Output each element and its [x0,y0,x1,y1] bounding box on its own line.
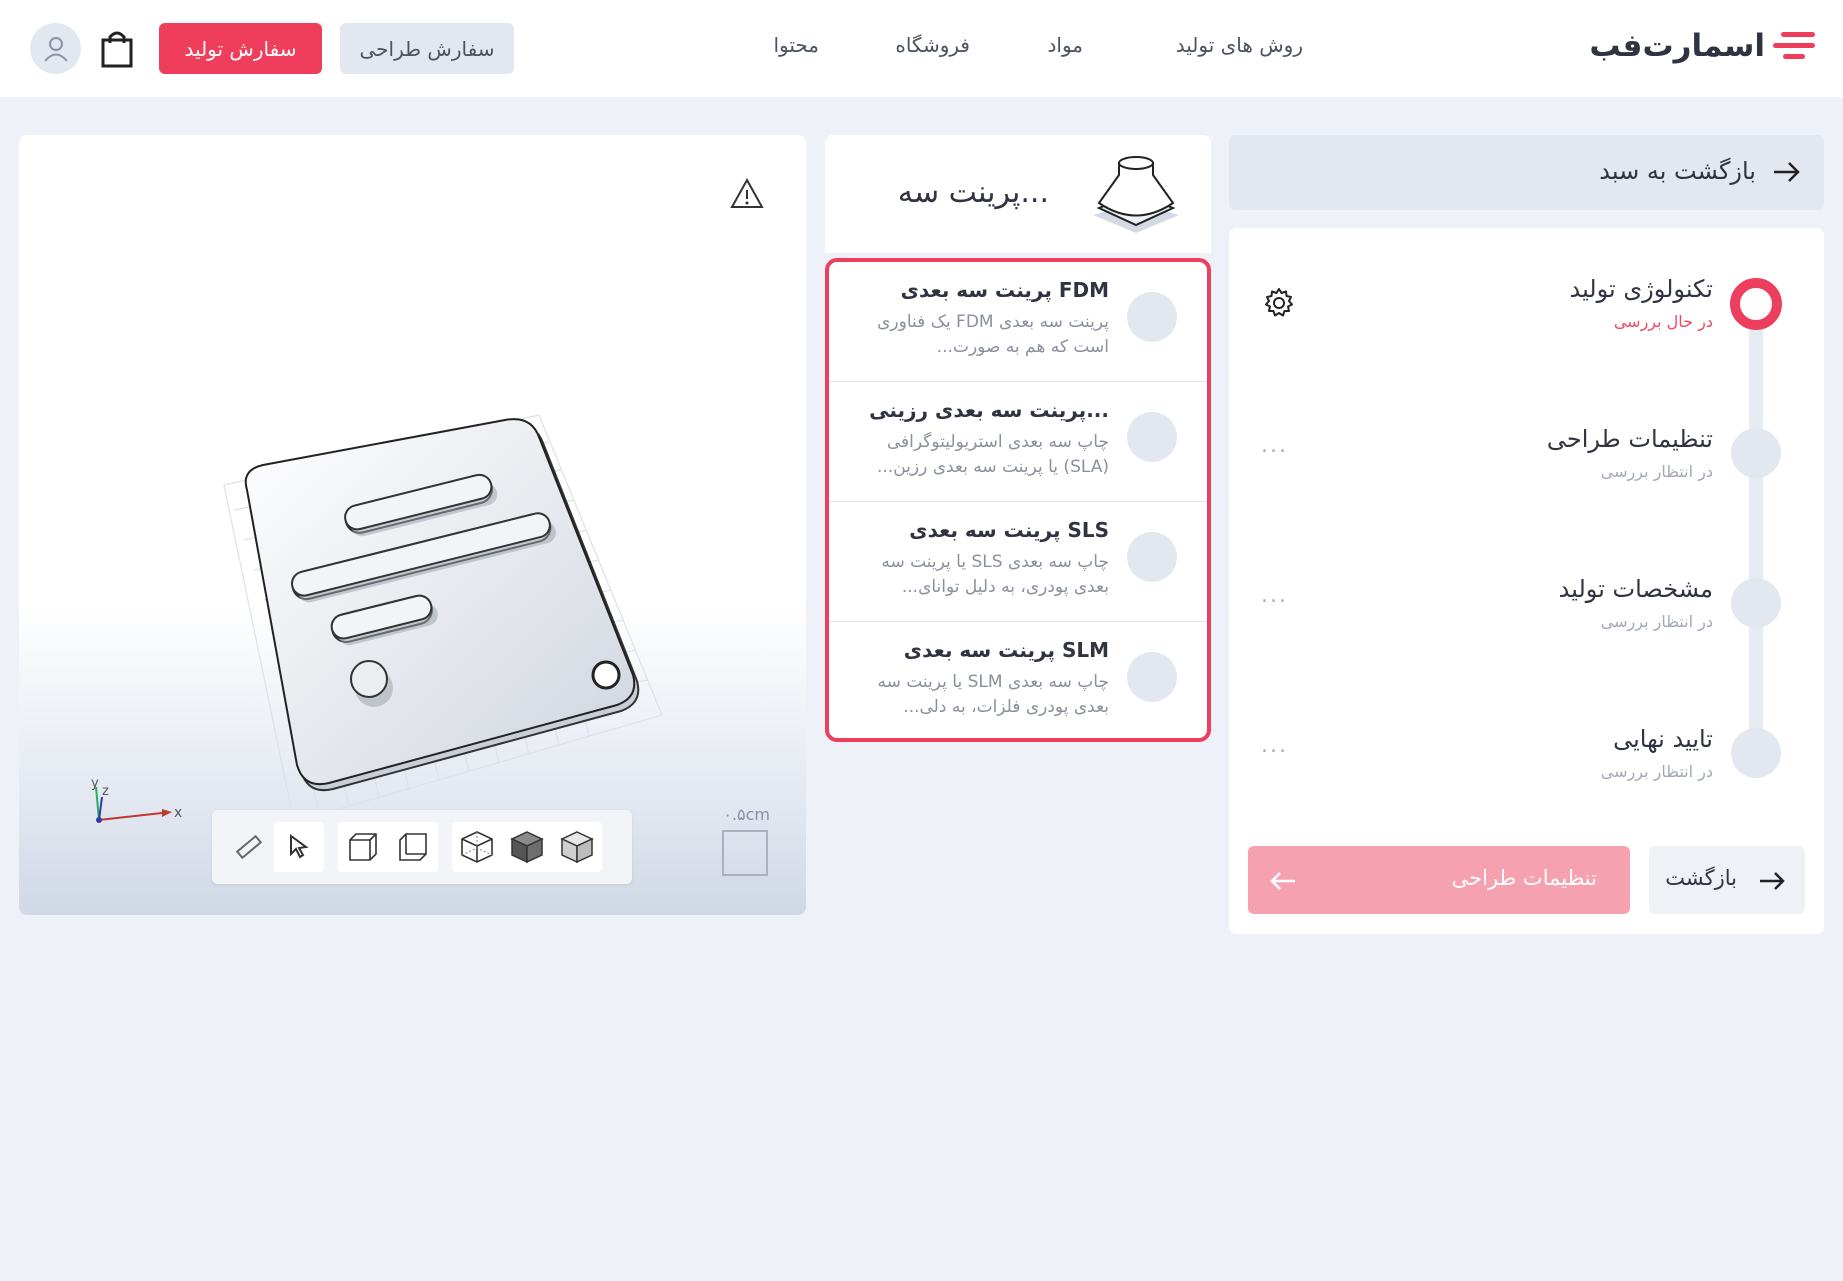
cube-front-icon [349,833,377,861]
cube-wireframe-icon [461,831,493,863]
step-title-final-approval[interactable]: تایید نهایی [1613,725,1713,753]
viewer-toolbar [212,810,632,884]
cube-solid-dark-icon [510,831,544,864]
front-view-button[interactable] [338,822,388,872]
nav-content[interactable]: محتوا [773,33,819,57]
cube-solid-light-icon [560,831,594,864]
warning-icon[interactable] [730,177,764,211]
back-to-cart-label: بازگشت به سبد [1599,157,1756,185]
step-dots: ... [1261,733,1288,758]
nav-materials[interactable]: مواد [1047,33,1083,57]
model-viewer[interactable]: x y z ۰.۵cm [19,135,806,915]
axis-y-label: y [91,776,99,791]
step-indicator [1731,578,1781,628]
step-dots: ... [1261,583,1288,608]
back-to-cart-button[interactable]: بازگشت به سبد [1229,135,1824,210]
technology-description: پرینت سه بعدی FDM یک فناوری است که هم به… [877,312,1109,357]
select-tool-button[interactable] [274,822,324,872]
solid-dark-view-button[interactable] [502,822,552,872]
technology-option-sls[interactable]: پرینت سه بعدی SLS چاپ سه بعدی SLS یا پری… [829,502,1207,622]
radio-button[interactable] [1127,292,1177,342]
scale-label: ۰.۵cm [723,805,770,824]
logo-icon [1773,32,1815,59]
production-order-button[interactable]: سفارش تولید [159,23,322,74]
arrow-left-icon [1270,872,1295,890]
solid-light-view-button[interactable] [552,822,602,872]
technology-title: پرینت سه بعدی SLS [909,518,1109,542]
step-indicator [1731,728,1781,778]
step-status: در انتظار بررسی [1600,762,1713,781]
cursor-icon [290,834,309,859]
logo-text: اسمارت‌فب [1589,28,1766,64]
top-header: اسمارت‌فب روش های تولید مواد فروشگاه محت… [0,0,1843,97]
user-icon [43,36,68,62]
toolbar-tools-group [224,822,324,872]
step-title-production-specs[interactable]: مشخصات تولید [1559,575,1713,603]
user-avatar[interactable] [30,23,81,74]
technology-description: چاپ سه بعدی SLS یا پرینت سه بعدی پودری، … [881,552,1109,597]
technology-title: پرینت سه بعدی FDM [900,278,1109,302]
axis-x-label: x [174,805,182,821]
design-order-button[interactable]: سفارش طراحی [340,23,514,74]
back-button[interactable]: بازگشت [1649,846,1805,914]
step-status: در انتظار بررسی [1600,612,1713,631]
step-status: در حال بررسی [1613,312,1713,331]
radio-button[interactable] [1127,412,1177,462]
steps-progress-line [1749,303,1763,753]
wireframe-view-button[interactable] [452,822,502,872]
toolbar-view-group [338,822,438,872]
technology-option-slm[interactable]: پرینت سه بعدی SLM چاپ سه بعدی SLM یا پری… [829,622,1207,738]
next-step-button[interactable]: تنظیمات طراحی [1248,846,1630,914]
technology-title: پرینت سه بعدی SLM [903,638,1109,662]
radio-button[interactable] [1127,532,1177,582]
technology-list: پرینت سه بعدی FDM پرینت سه بعدی FDM یک ف… [825,258,1211,742]
step-title-design-settings[interactable]: تنظیمات طراحی [1547,425,1713,453]
toolbar-render-group [452,822,602,872]
step-indicator [1731,428,1781,478]
radio-button[interactable] [1127,652,1177,702]
order-steps-panel: تکنولوژی تولید در حال بررسی تنظیمات طراح… [1229,228,1824,934]
scale-indicator [722,830,768,876]
cube-side-icon [399,833,427,861]
logo[interactable]: اسمارت‌فب [1589,26,1817,66]
step-title-technology[interactable]: تکنولوژی تولید [1569,275,1713,303]
back-label: بازگشت [1665,866,1737,890]
axis-gizmo: x y z [91,776,182,823]
arrow-right-icon [1774,162,1800,182]
ruler-icon [235,834,263,860]
technology-option-sla[interactable]: پرینت سه بعدی رزینی... چاپ سه بعدی استری… [829,382,1207,502]
technology-title: پرینت سه بعدی رزینی... [869,398,1109,422]
technology-thumbnail-icon [1093,156,1179,233]
nav-production-methods[interactable]: روش های تولید [1176,33,1303,57]
technology-header[interactable]: پرینت سه... [825,135,1211,253]
cart-icon[interactable] [99,28,135,68]
axis-z-label: z [102,784,109,799]
step-dots: ... [1261,433,1288,458]
arrow-right-icon [1760,872,1785,890]
nav-store[interactable]: فروشگاه [895,33,970,57]
technology-header-title: پرینت سه... [897,175,1049,210]
technology-option-fdm[interactable]: پرینت سه بعدی FDM پرینت سه بعدی FDM یک ف… [829,262,1207,382]
step-status: در انتظار بررسی [1600,462,1713,481]
side-view-button[interactable] [388,822,438,872]
technology-description: چاپ سه بعدی استریولیتوگرافی (SLA) یا پری… [877,432,1109,477]
gear-icon[interactable] [1262,286,1296,320]
next-step-label: تنظیمات طراحی [1451,866,1597,890]
technology-description: چاپ سه بعدی SLM یا پرینت سه بعدی پودری ف… [877,672,1109,717]
step-indicator-active [1730,278,1782,330]
measure-tool-button[interactable] [224,822,274,872]
